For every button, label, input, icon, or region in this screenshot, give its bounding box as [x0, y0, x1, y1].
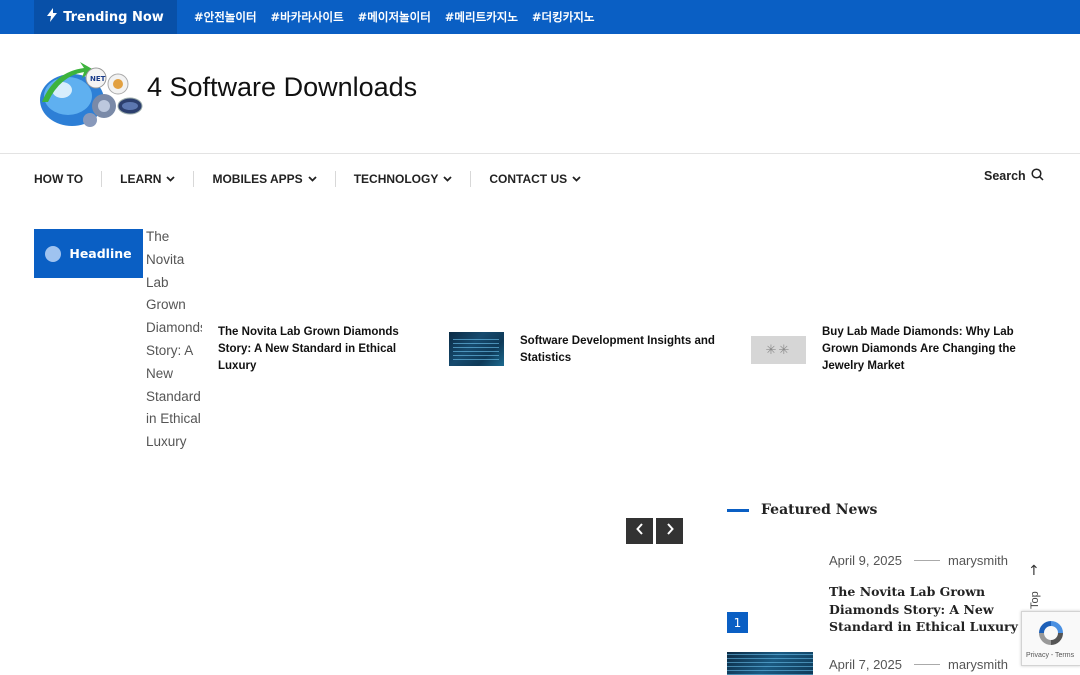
headline-badge: Headline: [34, 229, 143, 278]
site-header: NET 4 Software Downloads: [0, 34, 1080, 154]
logo-net-text: NET: [90, 75, 106, 83]
chevron-down-icon: [166, 174, 176, 184]
post-date[interactable]: April 9, 2025: [829, 553, 902, 568]
trending-now-text: Trending Now: [63, 9, 164, 25]
nav-item-label: MOBILES APPS: [212, 172, 303, 186]
trending-tag[interactable]: #메리트카지노: [445, 9, 518, 25]
post-author[interactable]: marysmith: [948, 657, 1008, 672]
nav-item-contact-us[interactable]: CONTACT US: [489, 172, 581, 186]
post-author[interactable]: marysmith: [948, 553, 1008, 568]
headline-item[interactable]: Buy Lab Made Diamonds: Why Lab Grown Dia…: [822, 324, 1032, 375]
nav-divider: [470, 171, 472, 187]
featured-news-title: Featured News: [761, 502, 878, 518]
chevron-down-icon: [308, 174, 317, 184]
spider-icon: ✳✳: [765, 342, 792, 358]
post-date[interactable]: April 7, 2025: [829, 657, 902, 672]
lightning-icon: [47, 8, 58, 26]
chevron-right-icon: [666, 523, 674, 539]
section-title-accent: [727, 509, 749, 512]
trending-tag[interactable]: #메이저놀이터: [358, 9, 431, 25]
search-button[interactable]: Search: [984, 168, 1044, 184]
nav-item-label: CONTACT US: [489, 172, 568, 186]
recaptcha-icon: [1036, 618, 1066, 648]
nav-item-label: LEARN: [120, 172, 162, 186]
search-icon: [1031, 168, 1044, 184]
nav-item-mobiles-apps[interactable]: MOBILES APPS: [212, 172, 317, 186]
nav-divider: [193, 171, 195, 187]
nav-item-learn[interactable]: LEARN: [120, 172, 176, 186]
nav-item-label: TECHNOLOGY: [353, 172, 439, 186]
chevron-down-icon: [572, 174, 581, 184]
chevron-down-icon: [443, 174, 452, 184]
site-logo[interactable]: NET: [34, 62, 144, 130]
trending-tag[interactable]: #바카라사이트: [271, 9, 344, 25]
recaptcha-links[interactable]: Privacy - Terms: [1026, 652, 1074, 659]
chevron-left-icon: [635, 523, 644, 539]
headline-item[interactable]: Software Development Insights and Statis…: [520, 333, 730, 367]
nav-divider: [334, 171, 336, 187]
post-meta: April 7, 2025 marysmith: [829, 657, 1008, 672]
post-meta: April 9, 2025 marysmith: [829, 553, 1008, 568]
featured-post-title[interactable]: The Novita Lab Grown Diamonds Story: A N…: [829, 583, 1047, 636]
nav-item-technology[interactable]: TECHNOLOGY: [354, 172, 453, 186]
nav-divider: [101, 171, 103, 187]
meta-divider: [914, 664, 940, 665]
slider-next-button[interactable]: [656, 518, 683, 544]
trending-tag[interactable]: #안전놀이터: [194, 9, 257, 25]
meta-divider: [914, 560, 940, 561]
arrow-up-icon: ↑: [1028, 563, 1040, 579]
headline-item[interactable]: The Novita Lab Grown Diamonds Story: A N…: [218, 324, 418, 375]
headline-label: Headline: [69, 246, 132, 261]
trending-bar: Trending Now #안전놀이터 #바카라사이트 #메이저놀이터 #메리트…: [0, 0, 1080, 34]
trending-tags: #안전놀이터 #바카라사이트 #메이저놀이터 #메리트카지노 #더킹카지노: [194, 0, 594, 34]
nav-item-label: HOW TO: [34, 172, 84, 186]
post-number-badge: 1: [727, 612, 748, 633]
headline-thumbnail[interactable]: ✳✳: [751, 336, 806, 364]
search-label: Search: [984, 169, 1026, 183]
headline-thumbnail[interactable]: [449, 332, 504, 366]
broken-image-alt[interactable]: The Novita Lab Grown Diamonds Story: A N…: [146, 226, 202, 476]
nav-item-how-to[interactable]: HOW TO: [34, 172, 83, 186]
slider-prev-button[interactable]: [626, 518, 653, 544]
pulse-dot-icon: [45, 245, 62, 262]
main-nav: HOW TO LEARN MOBILES APPS TECHNOLOGY CON…: [0, 154, 1080, 204]
trending-tag[interactable]: #더킹카지노: [532, 9, 595, 25]
trending-now-label: Trending Now: [34, 0, 177, 34]
site-title[interactable]: 4 Software Downloads: [147, 72, 417, 103]
recaptcha-badge[interactable]: Privacy - Terms: [1021, 611, 1080, 666]
featured-post-thumbnail[interactable]: [727, 652, 813, 675]
